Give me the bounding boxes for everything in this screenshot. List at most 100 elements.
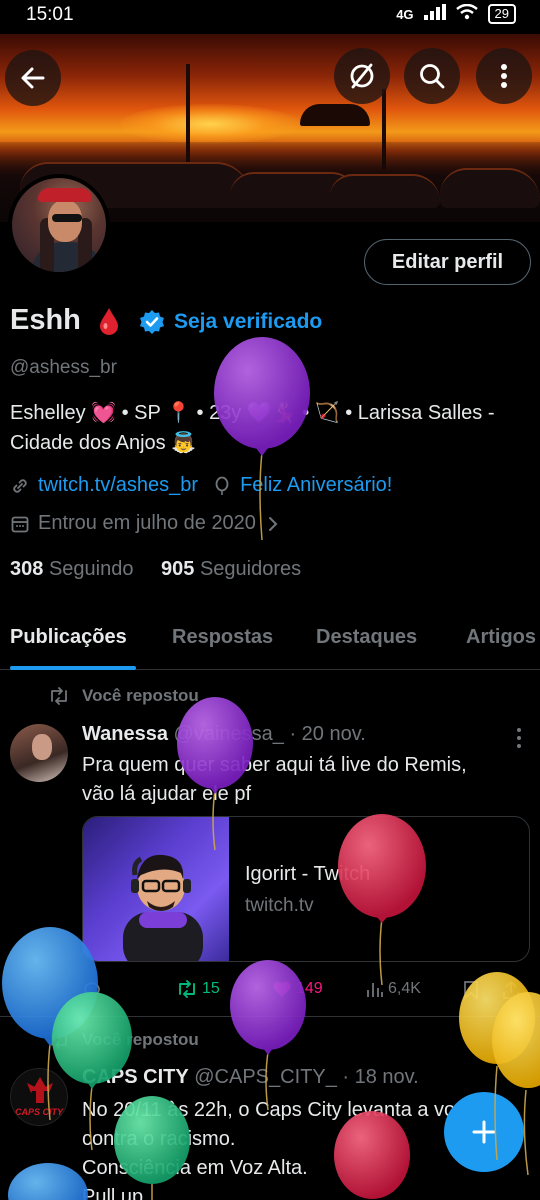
search-button[interactable]: [404, 48, 460, 104]
follow-counts: 308 Seguindo 905 Seguidores: [10, 558, 301, 581]
profile-handle: @ashess_br: [10, 357, 117, 378]
post-author-avatar[interactable]: CAPS CITY: [10, 1068, 68, 1126]
edit-profile-button[interactable]: Editar perfil: [364, 239, 531, 285]
post-more-icon[interactable]: [517, 728, 523, 752]
tab-articles[interactable]: Artigos: [466, 626, 536, 649]
post-divider: [0, 1016, 540, 1017]
profile-bio: Eshelley 💓 • SP 📍 • 23y 💜💃 • 🏹 • Larissa…: [10, 398, 530, 458]
banner-car: [330, 174, 440, 208]
network-icon: 4G: [396, 6, 414, 22]
following-count: 308: [10, 558, 44, 580]
hide-icon: [350, 63, 374, 89]
repost-indicator: Você repostou: [48, 1030, 199, 1050]
back-arrow-icon: [21, 67, 45, 89]
bio-line: Eshelley 💓 • SP 📍 • 23y 💜💃 • 🏹 • Larissa…: [10, 402, 495, 424]
banner-car: [440, 168, 540, 208]
active-tab-indicator: [10, 666, 136, 670]
post-text-line: Pull up.: [82, 1186, 149, 1200]
tab-highlights[interactable]: Destaques: [316, 626, 417, 649]
card-title: Igorirt - Twitch: [245, 863, 371, 885]
post-date[interactable]: · 18 nov.: [342, 1066, 418, 1088]
website-link[interactable]: twitch.tv/ashes_br: [38, 474, 198, 497]
join-date-text: Entrou em julho de 2020: [38, 512, 256, 534]
bookmark-icon: [464, 981, 478, 1000]
repost-icon: [179, 980, 195, 998]
battery-indicator: 29: [487, 4, 516, 24]
plus-icon: [472, 1120, 496, 1144]
followers-link[interactable]: 905 Seguidores: [161, 558, 301, 580]
card-thumbnail: [83, 817, 229, 961]
profile-avatar[interactable]: [8, 174, 110, 276]
post-text: Pra quem quer saber aqui tá live do Remi…: [82, 751, 522, 809]
views-count: 6,4K: [388, 980, 421, 997]
repost-count: 15: [202, 980, 220, 997]
compose-post-button[interactable]: [444, 1092, 524, 1172]
back-button[interactable]: [5, 50, 61, 106]
post-author-name[interactable]: CAPS CITY: [82, 1066, 189, 1088]
like-button[interactable]: 149: [272, 980, 323, 998]
post-author-name[interactable]: Wanessa: [82, 723, 168, 745]
views-icon: [367, 983, 383, 997]
following-link[interactable]: 308 Seguindo: [10, 558, 133, 580]
more-options-button[interactable]: [476, 48, 532, 104]
reply-icon: [84, 982, 100, 1001]
search-icon: [420, 64, 445, 89]
join-date[interactable]: Entrou em julho de 2020: [10, 512, 278, 535]
avatar-face: [32, 734, 52, 760]
caps-city-logo-text: CAPS CITY: [15, 1107, 64, 1117]
caps-city-logo-icon: [27, 1077, 53, 1103]
share-icon: [503, 980, 519, 999]
repost-label: Você repostou: [82, 686, 199, 705]
post-text-line: Pra quem quer saber aqui tá live do Remi…: [82, 754, 467, 776]
tab-replies[interactable]: Respostas: [172, 626, 273, 649]
avatar-glasses: [52, 214, 82, 222]
link-icon: [13, 478, 27, 493]
banner-umbrella: [300, 104, 370, 126]
views-button[interactable]: 6,4K: [366, 980, 421, 998]
profile-name: Eshh: [10, 304, 81, 336]
post-date[interactable]: · 20 nov.: [289, 723, 365, 745]
link-preview-card[interactable]: Igorirt - Twitch twitch.tv: [82, 816, 530, 962]
followers-label: Seguidores: [199, 558, 302, 580]
hide-button[interactable]: [334, 48, 390, 104]
repost-icon: [51, 687, 67, 705]
post-author-handle[interactable]: @CAPS_CITY_: [194, 1066, 337, 1088]
repost-button[interactable]: 15: [176, 980, 220, 998]
post-header: CAPS CITY @CAPS_CITY_ · 18 nov.: [82, 1066, 419, 1089]
verified-badge-icon[interactable]: [139, 309, 165, 335]
share-button[interactable]: [502, 980, 520, 1005]
post-text-line: vão lá ajudar ele pf: [82, 783, 252, 805]
card-thumbnail-art: [123, 854, 203, 961]
tab-posts[interactable]: Publicações: [10, 626, 127, 649]
following-label: Seguindo: [48, 558, 134, 580]
profile-meta-links: twitch.tv/ashes_br Feliz Aniversário!: [10, 474, 392, 497]
balloon-blue: [8, 1163, 88, 1200]
card-domain: twitch.tv: [245, 895, 314, 916]
wifi-icon: [455, 3, 478, 24]
repost-indicator: Você repostou: [48, 686, 199, 706]
followers-count: 905: [161, 558, 195, 580]
balloon-icon: [215, 476, 229, 495]
repost-label: Você repostou: [82, 1030, 199, 1049]
birthday-link[interactable]: Feliz Aniversário!: [240, 474, 392, 497]
calendar-icon: [11, 516, 29, 532]
like-count: 149: [296, 980, 323, 997]
repost-icon: [51, 1031, 67, 1049]
post-author-handle[interactable]: @vainessa_: [174, 723, 284, 745]
banner-sun: [120, 104, 300, 144]
signal-icon: [423, 4, 446, 24]
reply-button[interactable]: [82, 980, 102, 1005]
profile-tabs: Publicações Respostas Destaques Artigos: [0, 606, 540, 670]
more-vertical-icon: [501, 64, 507, 88]
bookmark-button[interactable]: [462, 980, 480, 1005]
post-author-avatar[interactable]: [10, 724, 68, 782]
avatar-bandana: [38, 188, 92, 202]
get-verified-link[interactable]: Seja verificado: [174, 310, 322, 334]
like-icon: [273, 981, 291, 997]
status-time: 15:01: [26, 4, 74, 25]
chevron-right-icon: [268, 516, 278, 531]
bio-line: Cidade dos Anjos 👼: [10, 432, 197, 454]
post-header: Wanessa @vainessa_ · 20 nov.: [82, 723, 366, 746]
blood-drop-emoji-icon: [100, 308, 118, 335]
post-actions: 15 149 6,4K: [82, 976, 530, 1002]
